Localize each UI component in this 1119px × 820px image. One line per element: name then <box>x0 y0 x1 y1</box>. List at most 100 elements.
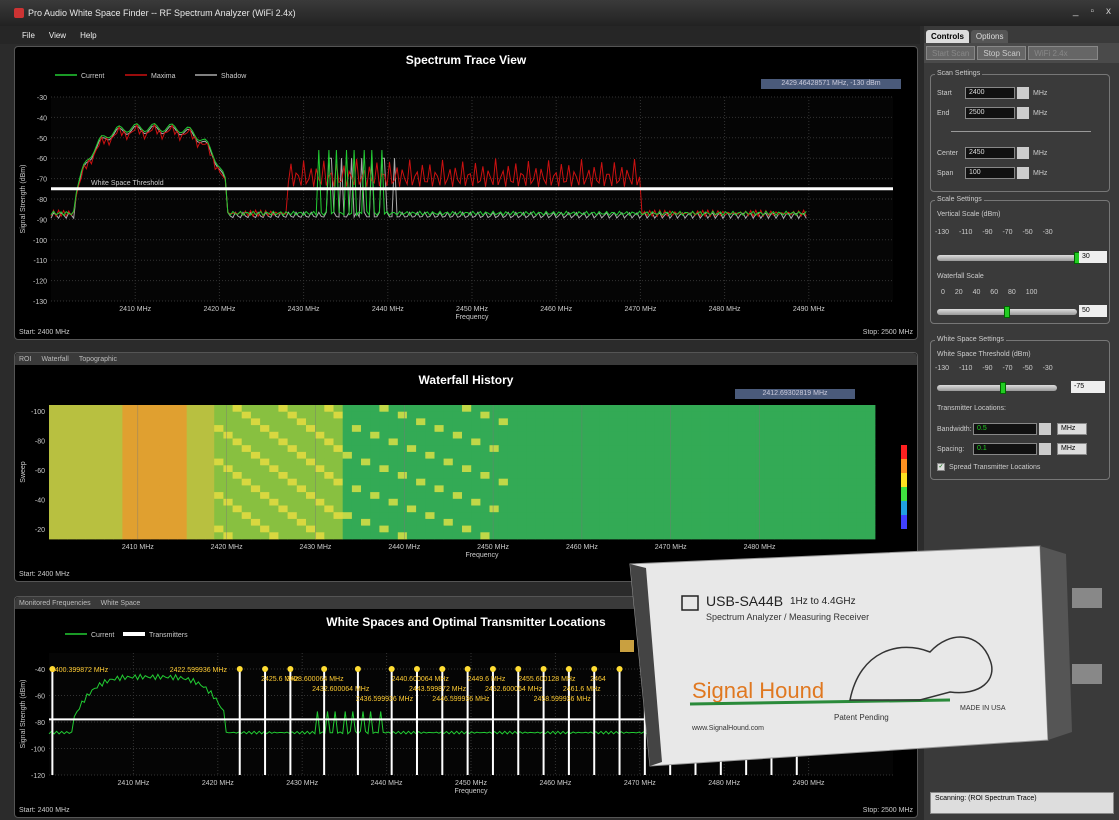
end-field[interactable]: 2500 <box>965 107 1015 119</box>
threshold-knob[interactable] <box>1000 382 1006 394</box>
waterfall-cell <box>563 458 573 466</box>
waterfall-cell <box>140 458 151 466</box>
start-field[interactable]: 2400 <box>965 87 1015 99</box>
waterfall-cell <box>296 405 307 413</box>
waterfall-cell <box>278 405 288 413</box>
waterfall-cell <box>682 532 692 540</box>
waterfall-cell <box>489 512 500 520</box>
center-field[interactable]: 2450 <box>965 147 1015 159</box>
waterfall-scale-value[interactable]: 50 <box>1079 305 1107 317</box>
tab-controls[interactable]: Controls <box>926 30 969 43</box>
waterfall-cell <box>746 525 757 533</box>
menu-help[interactable]: Help <box>80 31 96 40</box>
trace-ytick: -70 <box>37 177 47 184</box>
menu-file[interactable]: File <box>22 31 35 40</box>
waterfall-cell <box>205 411 215 419</box>
waterfall-cell <box>250 505 261 513</box>
waterfall-cell <box>774 505 784 513</box>
minimize-button[interactable]: _ <box>1073 6 1079 17</box>
waterfall-cell <box>122 465 132 473</box>
end-dropdown[interactable] <box>1017 107 1029 119</box>
waterfall-cell <box>462 485 472 493</box>
bandwidth-unit-select[interactable]: MHz <box>1057 423 1087 435</box>
vertical-scale-slider[interactable] <box>937 255 1077 261</box>
waterfall-cell <box>443 405 454 413</box>
waterfall-cell <box>526 445 536 453</box>
waterfall-cell <box>783 438 793 446</box>
waterfall-cell <box>443 438 454 446</box>
waterfall-cell <box>94 411 105 419</box>
menu-view[interactable]: View <box>49 31 66 40</box>
vertical-scale-value[interactable]: 30 <box>1079 251 1107 263</box>
waterfall-cell <box>113 465 123 473</box>
waterfall-cell <box>85 418 96 426</box>
span-dropdown[interactable] <box>1017 167 1029 179</box>
waterfall-cell <box>269 492 279 500</box>
waterfall-cell <box>563 465 573 473</box>
waterfall-scale-knob[interactable] <box>1004 306 1010 318</box>
waterfall-cell <box>498 465 509 473</box>
waterfall-cell <box>131 418 142 426</box>
waterfall-cell <box>287 458 298 466</box>
waterfall-cell <box>94 445 105 453</box>
waterfall-cell <box>296 418 307 426</box>
span-label: Span <box>937 169 954 177</box>
waterfall-cell <box>526 518 536 526</box>
waterfall-cell <box>691 532 701 540</box>
start-scan-button[interactable]: Start Scan <box>926 46 976 60</box>
start-dropdown[interactable] <box>1017 87 1029 99</box>
waterfall-cell <box>535 431 545 439</box>
waterfall-cell <box>746 411 757 419</box>
waterfall-cell <box>315 518 325 526</box>
waterfall-cell <box>535 512 545 520</box>
maximize-button[interactable]: ▫ <box>1090 6 1094 17</box>
threshold-value[interactable]: -75 <box>1071 381 1105 393</box>
stop-scan-button[interactable]: Stop Scan <box>977 46 1027 60</box>
waterfall-cell <box>581 512 591 520</box>
waterfall-cell <box>471 498 481 506</box>
spread-checkbox[interactable]: ✓ <box>937 463 945 471</box>
waterfall-cell <box>177 478 188 486</box>
tab-options[interactable]: Options <box>970 30 1009 43</box>
waterfall-cell <box>737 438 747 446</box>
waterfall-cell <box>223 518 233 526</box>
waterfall-cell <box>223 532 233 540</box>
waterfall-cell <box>755 512 766 520</box>
waterfall-cell <box>810 532 821 540</box>
preset-select[interactable]: WiFi 2.4x <box>1028 46 1099 60</box>
waterfall-cell <box>517 472 527 480</box>
waterfall-cell <box>847 405 858 413</box>
waterfall-cell <box>397 512 408 520</box>
bandwidth-field[interactable]: 0.5 <box>973 423 1037 435</box>
spacing-field[interactable]: 0.1 <box>973 443 1037 455</box>
waterfall-cell <box>104 512 114 520</box>
waterfall-cell <box>452 458 463 466</box>
waterfall-cell <box>443 465 454 473</box>
waterfall-cell <box>214 458 224 466</box>
close-button[interactable]: x <box>1106 6 1111 17</box>
waterfall-cell <box>241 498 252 506</box>
bandwidth-dropdown[interactable] <box>1039 423 1051 435</box>
waterfall-cell <box>159 405 169 413</box>
waterfall-cell <box>361 512 371 520</box>
spacing-unit-select[interactable]: MHz <box>1057 443 1087 455</box>
threshold-slider[interactable] <box>937 385 1057 391</box>
spacing-dropdown[interactable] <box>1039 443 1051 455</box>
waterfall-cell <box>654 425 665 433</box>
waterfall-cell <box>544 505 555 513</box>
waterfall-cell <box>434 431 445 439</box>
center-dropdown[interactable] <box>1017 147 1029 159</box>
waterfall-cell <box>553 505 564 513</box>
waterfall-cell <box>847 485 858 493</box>
waterfall-cell <box>535 492 545 500</box>
waterfall-cell <box>829 425 839 433</box>
span-field[interactable]: 100 <box>965 167 1015 179</box>
waterfall-cell <box>85 438 96 446</box>
waterfall-cell <box>709 418 720 426</box>
spectrum-trace-plot[interactable]: -30-40-50-60-70-80-90-100-110-120-130241… <box>15 47 919 341</box>
waterfall-cell <box>397 438 408 446</box>
waterfall-cell <box>260 445 270 453</box>
waterfall-cell <box>645 505 656 513</box>
waterfall-cell <box>517 438 527 446</box>
waterfall-cell <box>85 525 96 533</box>
